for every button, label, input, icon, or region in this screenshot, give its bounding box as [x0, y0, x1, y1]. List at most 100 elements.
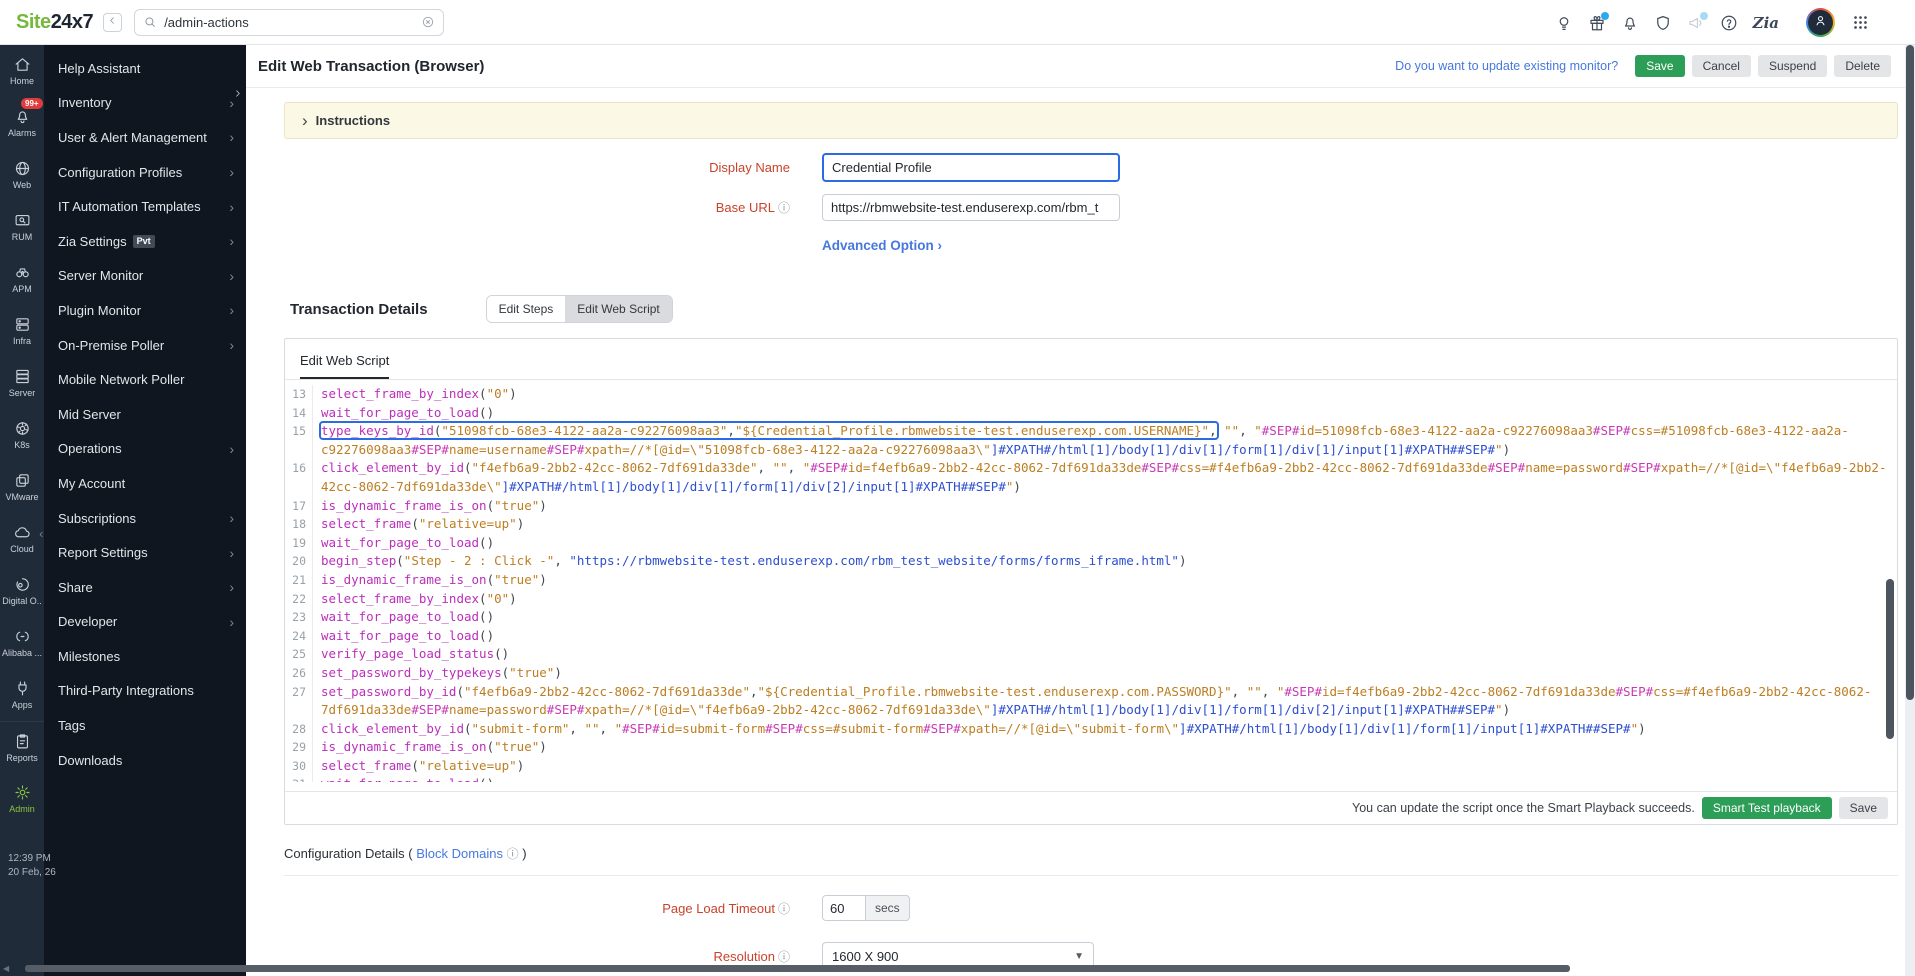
- save-button[interactable]: Save: [1635, 55, 1684, 77]
- instructions-accordion[interactable]: › Instructions: [284, 102, 1898, 139]
- update-existing-monitor-link[interactable]: Do you want to update existing monitor?: [1395, 59, 1618, 73]
- scroll-left-arrow-icon[interactable]: ◀: [3, 965, 9, 973]
- menu-item-mid-server[interactable]: Mid Server: [44, 397, 246, 432]
- advanced-option-link[interactable]: Advanced Option ›: [822, 238, 942, 253]
- code-line[interactable]: 24wait_for_page_to_load(): [285, 627, 1897, 646]
- menu-item-downloads[interactable]: Downloads: [44, 743, 246, 778]
- code-line[interactable]: c92276098aa3#SEP#name=username#SEP#xpath…: [285, 441, 1897, 460]
- code-line[interactable]: 18select_frame("relative=up"): [285, 515, 1897, 534]
- code-line[interactable]: 13select_frame_by_index("0"): [285, 385, 1897, 404]
- display-name-input[interactable]: [822, 153, 1120, 182]
- apps-grid-icon[interactable]: [1852, 14, 1869, 31]
- line-number: [285, 441, 313, 460]
- smart-test-playback-button[interactable]: Smart Test playback: [1702, 797, 1832, 819]
- menu-item-inventory[interactable]: Inventory›: [44, 86, 246, 121]
- pvt-badge: Pvt: [133, 235, 155, 248]
- menu-item-my-account[interactable]: My Account: [44, 466, 246, 501]
- rail-collapse-arrow-icon[interactable]: [37, 530, 46, 541]
- help-icon[interactable]: [1720, 14, 1738, 32]
- menu-item-user-alert-management[interactable]: User & Alert Management›: [44, 120, 246, 155]
- suspend-button[interactable]: Suspend: [1758, 55, 1827, 77]
- gift-icon[interactable]: [1588, 14, 1606, 32]
- rail-item-web[interactable]: Web: [0, 149, 44, 201]
- chevron-right-icon: ›: [229, 303, 234, 317]
- code-line[interactable]: 23wait_for_page_to_load(): [285, 608, 1897, 627]
- web-script-editor[interactable]: 13select_frame_by_index("0")14wait_for_p…: [285, 380, 1897, 791]
- menu-item-developer[interactable]: Developer›: [44, 605, 246, 640]
- code-line[interactable]: 28click_element_by_id("submit-form", "",…: [285, 720, 1897, 739]
- menu-item-mobile-network-poller[interactable]: Mobile Network Poller: [44, 362, 246, 397]
- rail-item-vmware[interactable]: VMware: [0, 461, 44, 513]
- clipboard-icon: [14, 733, 31, 750]
- menu-item-report-settings[interactable]: Report Settings›: [44, 535, 246, 570]
- menu-item-milestones[interactable]: Milestones: [44, 639, 246, 674]
- rail-item-admin[interactable]: Admin: [0, 773, 44, 825]
- rail-item-infra[interactable]: Infra: [0, 305, 44, 357]
- collapse-search-button[interactable]: [103, 13, 122, 32]
- code-line[interactable]: 25verify_page_load_status(): [285, 645, 1897, 664]
- menu-item-subscriptions[interactable]: Subscriptions›: [44, 501, 246, 536]
- rail-item-home[interactable]: Home: [0, 45, 44, 97]
- page-load-timeout-input[interactable]: [822, 895, 866, 921]
- menu-item-tags[interactable]: Tags: [44, 708, 246, 743]
- menu-item-it-automation-templates[interactable]: IT Automation Templates›: [44, 189, 246, 224]
- menu-item-third-party-integrations[interactable]: Third-Party Integrations: [44, 674, 246, 709]
- clear-search-icon[interactable]: [421, 15, 435, 29]
- rail-item-rum[interactable]: RUM: [0, 201, 44, 253]
- rail-item-alarms[interactable]: Alarms99+: [0, 97, 44, 149]
- code-line[interactable]: 27set_password_by_id("f4efb6a9-2bb2-42cc…: [285, 683, 1897, 702]
- menu-item-server-monitor[interactable]: Server Monitor›: [44, 259, 246, 294]
- megaphone-icon[interactable]: [1687, 14, 1705, 32]
- menu-item-help-assistant[interactable]: Help Assistant: [44, 51, 246, 86]
- tab-edit-steps[interactable]: Edit Steps: [487, 296, 566, 322]
- menu-collapse-arrow-icon[interactable]: [232, 86, 243, 104]
- rail-item-apm[interactable]: APM: [0, 253, 44, 305]
- cancel-button[interactable]: Cancel: [1692, 55, 1751, 77]
- code-line[interactable]: 29is_dynamic_frame_is_on("true"): [285, 738, 1897, 757]
- code-line[interactable]: 15type_keys_by_id("51098fcb-68e3-4122-aa…: [285, 422, 1897, 441]
- code-line[interactable]: 17is_dynamic_frame_is_on("true"): [285, 497, 1897, 516]
- menu-item-share[interactable]: Share›: [44, 570, 246, 605]
- rail-item-digital-o[interactable]: Digital O..: [0, 565, 44, 617]
- code-line[interactable]: 16click_element_by_id("f4efb6a9-2bb2-42c…: [285, 459, 1897, 478]
- code-line[interactable]: 42cc-8062-7df691da33de\"]#XPATH#/html[1]…: [285, 478, 1897, 497]
- bell-icon[interactable]: [1621, 14, 1639, 32]
- base-url-input[interactable]: [822, 194, 1120, 221]
- bulb-icon[interactable]: [1555, 14, 1573, 32]
- menu-item-operations[interactable]: Operations›: [44, 432, 246, 467]
- info-icon: ⓘ: [778, 950, 790, 964]
- editor-scrollbar[interactable]: [1886, 579, 1894, 739]
- search-input[interactable]: [164, 15, 421, 30]
- scrollbar-thumb[interactable]: [1906, 45, 1914, 700]
- shield-icon[interactable]: [1654, 14, 1672, 32]
- menu-item-zia-settings[interactable]: Zia SettingsPvt›: [44, 224, 246, 259]
- code-line[interactable]: 20begin_step("Step - 2 : Click -", "http…: [285, 552, 1897, 571]
- tab-edit-web-script-active[interactable]: Edit Web Script: [300, 353, 389, 379]
- rail-item-k8s[interactable]: K8s: [0, 409, 44, 461]
- tab-edit-web-script[interactable]: Edit Web Script: [565, 296, 671, 322]
- menu-item-label: Zia Settings: [58, 234, 127, 249]
- script-save-button[interactable]: Save: [1839, 797, 1888, 819]
- rail-item-alibaba[interactable]: Alibaba ...: [0, 617, 44, 669]
- user-avatar[interactable]: [1806, 8, 1835, 37]
- rail-item-apps[interactable]: Apps: [0, 669, 44, 721]
- menu-item-plugin-monitor[interactable]: Plugin Monitor›: [44, 293, 246, 328]
- code-line[interactable]: 19wait_for_page_to_load(): [285, 534, 1897, 553]
- delete-button[interactable]: Delete: [1834, 55, 1891, 77]
- page-vertical-scrollbar[interactable]: [1905, 45, 1915, 976]
- code-line[interactable]: 14wait_for_page_to_load(): [285, 404, 1897, 423]
- code-line[interactable]: 31wait_for_page_to_load(): [285, 775, 1897, 782]
- scrollbar-thumb[interactable]: [25, 965, 1570, 972]
- rail-item-server[interactable]: Server: [0, 357, 44, 409]
- menu-item-on-premise-poller[interactable]: On-Premise Poller›: [44, 328, 246, 363]
- menu-item-configuration-profiles[interactable]: Configuration Profiles›: [44, 155, 246, 190]
- code-line[interactable]: 21is_dynamic_frame_is_on("true"): [285, 571, 1897, 590]
- block-domains-link[interactable]: Block Domains: [416, 846, 503, 861]
- zia-icon[interactable]: Zia: [1753, 14, 1779, 32]
- code-line[interactable]: 22select_frame_by_index("0"): [285, 590, 1897, 609]
- code-line[interactable]: 30select_frame("relative=up"): [285, 757, 1897, 776]
- web-script-panel: Edit Web Script 13select_frame_by_index(…: [284, 338, 1898, 825]
- code-line[interactable]: 26set_password_by_typekeys("true"): [285, 664, 1897, 683]
- code-line[interactable]: 7df691da33de#SEP#name=password#SEP#xpath…: [285, 701, 1897, 720]
- rail-item-reports[interactable]: Reports: [0, 721, 44, 773]
